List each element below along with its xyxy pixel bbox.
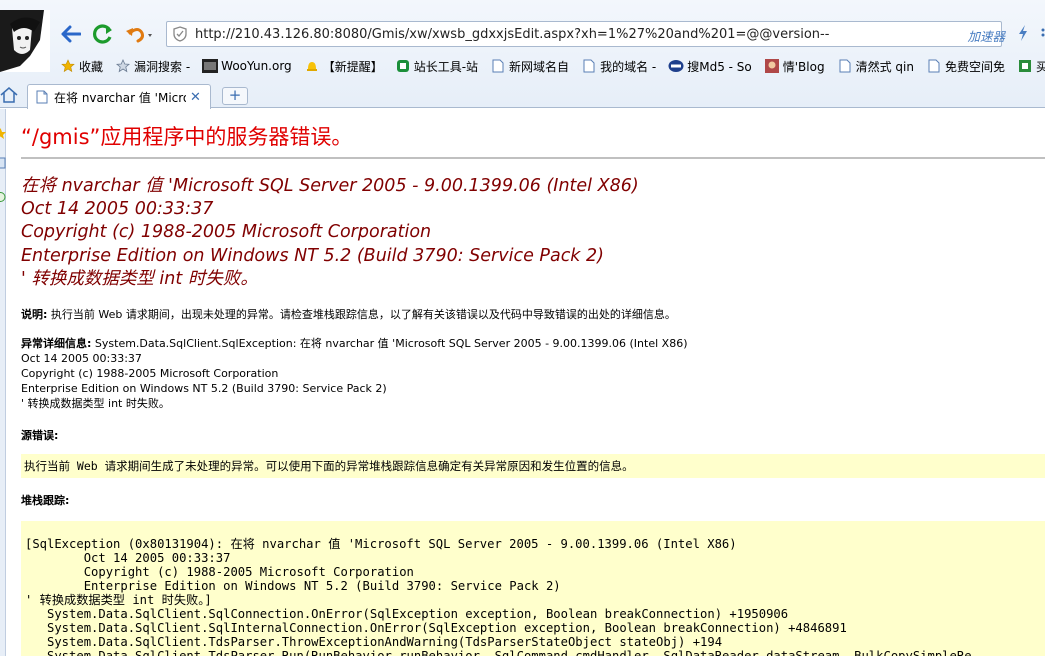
bookmark-label: WooYun.org	[221, 59, 292, 73]
error-line: Enterprise Edition on Windows NT 5.2 (Bu…	[21, 245, 604, 266]
exception-line: Oct 14 2005 00:33:37	[21, 352, 142, 365]
doc-icon	[926, 58, 942, 74]
bookmark-label: 站长工具-站	[413, 59, 479, 74]
refresh-icon	[93, 24, 112, 44]
new-tab-button[interactable]: +	[222, 87, 248, 105]
source-error-box: 执行当前 Web 请求期间生成了未处理的异常。可以使用下面的异常堆栈跟踪信息确定…	[21, 454, 1045, 478]
divider	[21, 157, 1045, 159]
error-line: Copyright (c) 1988-2005 Microsoft Corpor…	[21, 222, 432, 243]
doc-icon	[581, 58, 597, 74]
stack-trace-label: 堆栈跟踪:	[21, 494, 70, 507]
undo-icon	[126, 28, 152, 43]
star-outline-icon	[115, 58, 131, 74]
shield-icon	[173, 26, 187, 42]
bookmark-item[interactable]: 收藏	[60, 56, 103, 76]
description: 说明: 执行当前 Web 请求期间，出现未处理的异常。请检查堆栈跟踪信息，以了解…	[21, 306, 676, 322]
address-bar[interactable]	[166, 21, 1002, 47]
description-text: 执行当前 Web 请求期间，出现未处理的异常。请检查堆栈跟踪信息，以了解有关该错…	[47, 308, 676, 321]
accelerator-button[interactable]: 加速器	[967, 26, 1005, 45]
back-button[interactable]	[58, 21, 84, 47]
bookmark-item[interactable]: 免费空间免	[926, 56, 1005, 76]
bookmark-item[interactable]: 买链	[1017, 56, 1045, 76]
back-arrow-icon	[61, 25, 81, 43]
exception-line: Copyright (c) 1988-2005 Microsoft Corpor…	[21, 367, 279, 380]
bookmark-label: 搜Md5 - So	[687, 59, 752, 74]
exception-line: Enterprise Edition on Windows NT 5.2 (Bu…	[21, 382, 387, 395]
side-panel	[0, 109, 6, 656]
stack-trace-line: System.Data.SqlClient.TdsParser.ThrowExc…	[25, 635, 723, 649]
url-input[interactable]	[195, 26, 975, 42]
chinaz-icon	[395, 58, 411, 74]
bookmark-label: 新网域名自	[509, 59, 570, 74]
bookmark-item[interactable]: 搜Md5 - So	[668, 56, 752, 76]
wooyun-icon	[202, 58, 219, 74]
user-avatar[interactable]	[0, 10, 50, 72]
page-content: “/gmis”应用程序中的服务器错误。 在将 nvarchar 值 'Micro…	[21, 109, 1045, 656]
stack-trace-line: [SqlException (0x80131904): 在将 nvarchar …	[25, 537, 737, 551]
bookmark-label: 买链	[1035, 59, 1045, 74]
doc-icon	[490, 58, 506, 74]
page-icon	[36, 90, 48, 104]
bookmarks-bar: 收藏 漏洞搜索 - WooYun.org 【新提醒】 站长工具-站 新网域名自 我的域名 -…	[60, 56, 1045, 76]
stack-trace-line: System.Data.SqlClient.SqlConnection.OnEr…	[25, 607, 789, 621]
browser-chrome: 加速器 收藏 漏洞搜索 - WooYun.org 【新提醒】 站长工具-站 新网域名自 我的…	[0, 0, 1045, 109]
star-icon	[60, 58, 76, 74]
home-icon[interactable]	[0, 85, 18, 105]
bookmark-label: 清然式 qin	[855, 59, 914, 74]
bookmark-item[interactable]: 漏洞搜索 -	[115, 56, 190, 76]
error-message: 在将 nvarchar 值 'Microsoft SQL Server 2005…	[21, 175, 639, 291]
more-icon[interactable]	[1037, 24, 1045, 44]
bookmark-item[interactable]: WooYun.org	[202, 56, 292, 76]
stack-trace-box: [SqlException (0x80131904): 在将 nvarchar …	[21, 521, 1045, 656]
stack-trace-line: System.Data.SqlClient.SqlInternalConnect…	[25, 621, 847, 635]
bookmark-item[interactable]: 情'Blog	[764, 56, 825, 76]
tab-label: 在将 nvarchar 值 'Micros	[54, 90, 186, 105]
stack-trace-line: ' 转换成数据类型 int 时失败。]	[25, 593, 212, 607]
stack-trace-line: Copyright (c) 1988-2005 Microsoft Corpor…	[25, 565, 414, 579]
source-error-label: 源错误:	[21, 429, 59, 442]
exception-details: 异常详细信息: System.Data.SqlClient.SqlExcepti…	[21, 336, 688, 411]
bookmark-item[interactable]: 站长工具-站	[395, 56, 478, 76]
bookmark-item[interactable]: 新网域名自	[490, 56, 569, 76]
stack-trace-line: System.Data.SqlClient.TdsParser.Run(RunB…	[25, 649, 972, 656]
exception-line: System.Data.SqlClient.SqlException: 在将 n…	[91, 337, 688, 350]
bookmark-label: 情'Blog	[782, 59, 825, 74]
history-icon[interactable]	[0, 191, 6, 203]
notes-icon[interactable]	[0, 157, 6, 169]
tab-bar: 在将 nvarchar 值 'Micros ✕ +	[0, 82, 1045, 109]
link-icon	[1017, 58, 1033, 74]
bookmark-item[interactable]: 【新提醒】	[304, 56, 383, 76]
favorites-star-icon[interactable]	[0, 127, 6, 139]
error-line: 在将 nvarchar 值 'Microsoft SQL Server 2005…	[21, 176, 639, 196]
bookmark-label: 【新提醒】	[322, 59, 383, 74]
bookmark-item[interactable]: 清然式 qin	[837, 56, 914, 76]
avatar-icon	[764, 58, 780, 74]
bolt-icon[interactable]	[1017, 24, 1029, 45]
tab-active[interactable]: 在将 nvarchar 值 'Micros ✕	[27, 84, 211, 109]
exception-label: 异常详细信息:	[21, 337, 92, 350]
description-label: 说明:	[21, 308, 48, 321]
md5-icon	[668, 58, 684, 74]
bookmark-label: 漏洞搜索 -	[134, 59, 191, 74]
error-line: ' 转换成数据类型 int 时失败。	[21, 268, 258, 289]
close-tab-icon[interactable]: ✕	[190, 90, 201, 105]
doc-icon	[837, 58, 853, 74]
stack-trace-line: Enterprise Edition on Windows NT 5.2 (Bu…	[25, 579, 561, 593]
bell-icon	[304, 58, 320, 74]
page-title: “/gmis”应用程序中的服务器错误。	[21, 125, 353, 149]
bookmark-label: 免费空间免	[944, 59, 1005, 74]
bookmark-label: 收藏	[79, 59, 104, 74]
undo-close-tab-button[interactable]	[122, 21, 156, 47]
refresh-button[interactable]	[90, 21, 116, 47]
stack-trace-line: Oct 14 2005 00:33:37	[25, 551, 231, 565]
bookmark-label: 我的域名 -	[600, 59, 657, 74]
bookmark-item[interactable]: 我的域名 -	[581, 56, 656, 76]
exception-line: ' 转换成数据类型 int 时失败。	[21, 397, 170, 410]
error-line: Oct 14 2005 00:33:37	[21, 199, 214, 220]
